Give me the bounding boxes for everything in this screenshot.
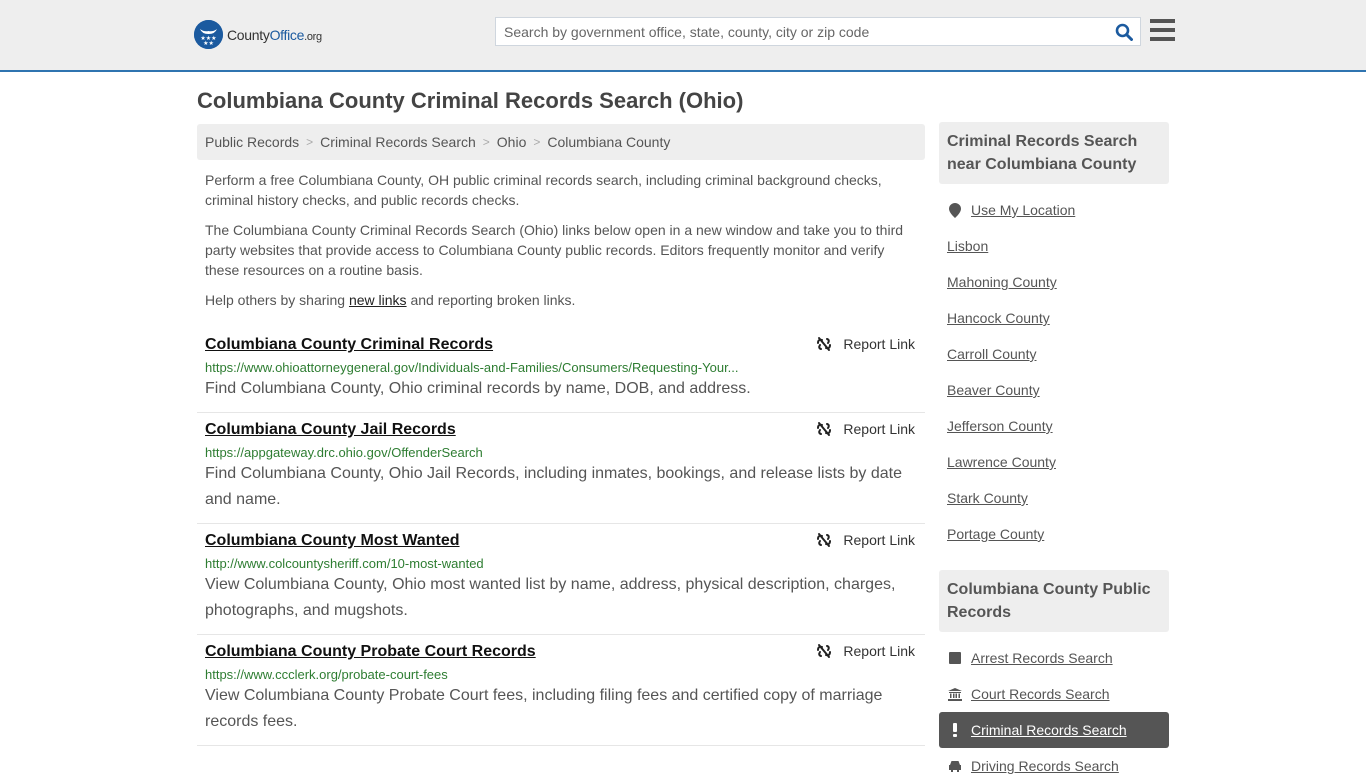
report-link-label: Report Link xyxy=(843,336,915,352)
hamburger-menu-button[interactable] xyxy=(1150,19,1175,41)
nearby-item: Mahoning County xyxy=(947,264,1161,300)
nearby-item: Portage County xyxy=(947,516,1161,552)
exclamation-icon xyxy=(947,723,963,737)
result-title-link[interactable]: Columbiana County Criminal Records xyxy=(205,336,493,354)
result-url[interactable]: http://www.colcountysheriff.com/10-most-… xyxy=(205,556,785,571)
broken-link-icon xyxy=(817,533,832,547)
new-links-link[interactable]: new links xyxy=(349,292,407,308)
car-icon xyxy=(947,760,963,772)
nearby-link-mahoning[interactable]: Mahoning County xyxy=(947,274,1057,290)
criminal-records-link[interactable]: Criminal Records Search xyxy=(971,722,1127,738)
search-button[interactable] xyxy=(1108,18,1140,45)
result-title-link[interactable]: Columbiana County Probate Court Records xyxy=(205,643,536,661)
share-text: and reporting broken links. xyxy=(406,292,576,308)
report-link-button[interactable]: Report Link xyxy=(816,532,915,548)
result-description: View Columbiana County Probate Court fee… xyxy=(205,687,883,730)
result-title-link[interactable]: Columbiana County Most Wanted xyxy=(205,532,460,550)
nearby-link-stark[interactable]: Stark County xyxy=(947,490,1028,506)
nearby-link-lawrence[interactable]: Lawrence County xyxy=(947,454,1056,470)
broken-link-icon xyxy=(817,337,832,351)
breadcrumb-criminal-records-search[interactable]: Criminal Records Search xyxy=(320,134,476,150)
eagle-stars-logo-icon: ★★★ ★★ xyxy=(194,20,223,49)
breadcrumb-separator: > xyxy=(306,135,314,149)
menu-bar xyxy=(1150,19,1175,23)
search-input[interactable] xyxy=(496,18,1108,45)
nearby-item: Carroll County xyxy=(947,336,1161,372)
nearby-item: Jefferson County xyxy=(947,408,1161,444)
report-link-button[interactable]: Report Link xyxy=(816,336,915,352)
arrest-records-link[interactable]: Arrest Records Search xyxy=(971,650,1113,666)
driving-records-link[interactable]: Driving Records Search xyxy=(971,758,1119,774)
use-my-location-item: Use My Location xyxy=(947,192,1161,228)
result-url[interactable]: https://www.ohioattorneygeneral.gov/Indi… xyxy=(205,360,785,375)
menu-bar xyxy=(1150,37,1175,41)
intro-text: Perform a free Columbiana County, OH pub… xyxy=(197,170,925,310)
menu-bar xyxy=(1150,28,1175,32)
nearby-link-lisbon[interactable]: Lisbon xyxy=(947,238,988,254)
report-link-button[interactable]: Report Link xyxy=(816,421,915,437)
public-records-item: Court Records Search xyxy=(947,676,1161,712)
share-links-paragraph: Help others by sharing new links and rep… xyxy=(205,290,917,310)
sidebar: Criminal Records Search near Columbiana … xyxy=(939,122,1169,784)
report-link-button[interactable]: Report Link xyxy=(816,643,915,659)
broken-link-icon xyxy=(817,644,832,658)
result-title-link[interactable]: Columbiana County Jail Records xyxy=(205,421,456,439)
broken-link-icon xyxy=(817,422,832,436)
result-item: Columbiana County Most Wanted Report Lin… xyxy=(197,524,925,635)
nearby-list: Use My Location Lisbon Mahoning County H… xyxy=(939,184,1169,552)
breadcrumb-columbiana-county[interactable]: Columbiana County xyxy=(547,134,670,150)
nearby-item: Hancock County xyxy=(947,300,1161,336)
intro-paragraph: Perform a free Columbiana County, OH pub… xyxy=(205,172,882,208)
square-icon xyxy=(947,652,963,664)
nearby-link-portage[interactable]: Portage County xyxy=(947,526,1044,542)
map-marker-icon xyxy=(947,202,963,218)
result-item: Columbiana County Criminal Records Repor… xyxy=(197,328,925,413)
report-link-label: Report Link xyxy=(843,532,915,548)
main-content: Public Records > Criminal Records Search… xyxy=(197,124,925,746)
nearby-link-beaver[interactable]: Beaver County xyxy=(947,382,1040,398)
svg-text:★★: ★★ xyxy=(203,40,214,47)
public-records-item: Driving Records Search xyxy=(947,748,1161,784)
result-url[interactable]: https://www.ccclerk.org/probate-court-fe… xyxy=(205,667,785,682)
public-records-item-active: Criminal Records Search xyxy=(939,712,1169,748)
breadcrumb-public-records[interactable]: Public Records xyxy=(205,134,299,150)
intro-paragraph: The Columbiana County Criminal Records S… xyxy=(205,222,904,278)
search-icon xyxy=(1115,23,1133,41)
courthouse-icon xyxy=(947,687,963,701)
public-records-box: Columbiana County Public Records Arrest … xyxy=(939,570,1169,784)
nearby-link-carroll[interactable]: Carroll County xyxy=(947,346,1036,362)
nearby-box: Criminal Records Search near Columbiana … xyxy=(939,122,1169,552)
breadcrumb-ohio[interactable]: Ohio xyxy=(497,134,527,150)
page-title: Columbiana County Criminal Records Searc… xyxy=(197,88,744,113)
site-header: ★★★ ★★ CountyOffice.org xyxy=(0,0,1366,72)
result-description: Find Columbiana County, Ohio criminal re… xyxy=(205,380,751,397)
share-text: Help others by sharing xyxy=(205,292,349,308)
nearby-item: Beaver County xyxy=(947,372,1161,408)
court-records-link[interactable]: Court Records Search xyxy=(971,686,1110,702)
nearby-item: Lisbon xyxy=(947,228,1161,264)
use-my-location-link[interactable]: Use My Location xyxy=(971,202,1075,218)
report-link-label: Report Link xyxy=(843,421,915,437)
nearby-item: Lawrence County xyxy=(947,444,1161,480)
result-item: Columbiana County Jail Records Report Li… xyxy=(197,413,925,524)
site-logo[interactable]: ★★★ ★★ CountyOffice.org xyxy=(194,20,322,49)
public-records-box-title: Columbiana County Public Records xyxy=(939,570,1169,632)
public-records-item: Arrest Records Search xyxy=(947,640,1161,676)
result-description: View Columbiana County, Ohio most wanted… xyxy=(205,576,896,619)
result-description: Find Columbiana County, Ohio Jail Record… xyxy=(205,465,902,508)
breadcrumb-separator: > xyxy=(533,135,541,149)
public-records-list: Arrest Records Search Court Records Sear… xyxy=(939,632,1169,784)
nearby-item: Stark County xyxy=(947,480,1161,516)
breadcrumb-separator: > xyxy=(482,135,490,149)
breadcrumb: Public Records > Criminal Records Search… xyxy=(197,124,925,160)
report-link-label: Report Link xyxy=(843,643,915,659)
result-url[interactable]: https://appgateway.drc.ohio.gov/Offender… xyxy=(205,445,785,460)
nearby-link-hancock[interactable]: Hancock County xyxy=(947,310,1050,326)
nearby-link-jefferson[interactable]: Jefferson County xyxy=(947,418,1053,434)
logo-text: CountyOffice.org xyxy=(227,26,322,43)
results-list: Columbiana County Criminal Records Repor… xyxy=(197,328,925,746)
site-search xyxy=(495,17,1141,46)
nearby-box-title: Criminal Records Search near Columbiana … xyxy=(939,122,1169,184)
result-item: Columbiana County Probate Court Records … xyxy=(197,635,925,746)
